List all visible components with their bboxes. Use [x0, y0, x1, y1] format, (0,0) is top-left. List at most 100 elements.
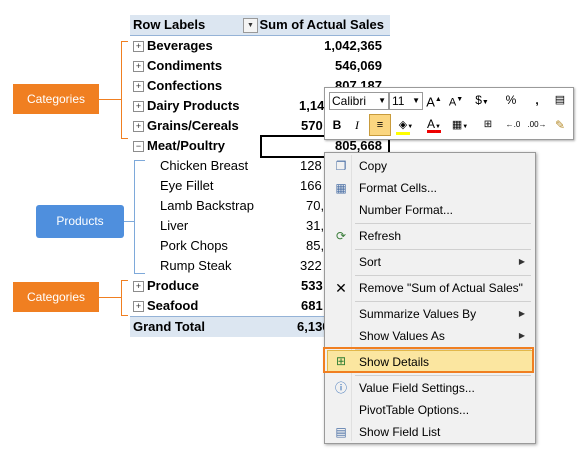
- product-value: 31,: [306, 218, 325, 233]
- expand-icon[interactable]: +: [133, 101, 144, 112]
- menu-item-sort[interactable]: Sort ▶: [327, 251, 533, 273]
- menu-separator: [355, 223, 531, 224]
- copy-icon: ❐: [335, 159, 347, 173]
- product-label: Chicken Breast: [160, 158, 249, 173]
- menu-item-number-format[interactable]: Number Format...: [327, 199, 533, 221]
- menu-item-label: PivotTable Options...: [359, 403, 470, 417]
- percent-button[interactable]: %: [503, 90, 519, 110]
- menu-item-refresh[interactable]: ⟳ Refresh: [327, 225, 533, 247]
- menu-item-show-values-as[interactable]: Show Values As ▶: [327, 325, 533, 347]
- merge-icon[interactable]: ⊞: [479, 115, 497, 135]
- submenu-arrow-icon: ▶: [518, 309, 525, 318]
- font-name-box[interactable]: Calibri ▼: [329, 92, 389, 110]
- font-size: 11: [392, 94, 405, 108]
- show-details-highlight-box: [323, 347, 534, 373]
- center-align-button[interactable]: ≡: [369, 114, 391, 136]
- categories-bracket-bottom: [121, 280, 128, 316]
- remove-icon: ✕: [335, 280, 347, 296]
- menu-separator: [355, 375, 531, 376]
- categories-callout-top: Categories: [13, 84, 99, 114]
- product-value: 322: [300, 258, 322, 273]
- row-value: 681: [301, 298, 323, 313]
- menu-item-label: Show Values As: [359, 329, 445, 343]
- menu-item-label: Summarize Values By: [359, 307, 477, 321]
- row-label: Condiments: [147, 58, 223, 73]
- bold-button[interactable]: B: [329, 115, 345, 135]
- row-labels-header: Row Labels: [133, 17, 206, 32]
- shrink-font-button[interactable]: A▼: [447, 90, 465, 110]
- product-label: Lamb Backstrap: [160, 198, 254, 213]
- categories-connector-bottom: [99, 297, 121, 298]
- menu-separator: [355, 249, 531, 250]
- expand-icon[interactable]: +: [133, 61, 144, 72]
- expand-icon[interactable]: +: [133, 81, 144, 92]
- decrease-decimal-icon[interactable]: .00→: [527, 115, 547, 135]
- row-label: Confections: [147, 78, 223, 93]
- chevron-down-icon: ▼: [412, 96, 420, 105]
- expand-icon[interactable]: +: [133, 121, 144, 132]
- mini-toolbar: Calibri ▼ 11 ▼ A▲ A▼ $▼ % , ▤ B I ≡ ◈▼ A▼ …: [324, 87, 574, 140]
- grand-total-label: Grand Total: [133, 319, 205, 334]
- categories-bracket-top: [121, 41, 128, 139]
- menu-item-pivottable-options[interactable]: PivotTable Options...: [327, 399, 533, 421]
- product-label: Rump Steak: [160, 258, 232, 273]
- products-callout: Products: [36, 205, 124, 238]
- font-color-icon[interactable]: A▼: [423, 114, 445, 134]
- row-value: 1,14: [299, 98, 325, 113]
- menu-item-label: Sort: [359, 255, 382, 269]
- field-list-icon: ▤: [335, 425, 347, 439]
- pivot-header-row: Row Labels ▼ Sum of Actual Sales: [130, 15, 390, 36]
- chevron-down-icon: ▼: [378, 96, 386, 105]
- menu-item-value-field-settings[interactable]: ⓘ Value Field Settings...: [327, 377, 533, 399]
- italic-button[interactable]: I: [349, 115, 365, 135]
- menu-separator: [355, 275, 531, 276]
- expand-icon[interactable]: +: [133, 301, 144, 312]
- menu-item-label: Remove "Sum of Actual Sales": [359, 281, 523, 295]
- row-labels-filter-button[interactable]: ▼: [243, 18, 258, 33]
- format-painter-icon[interactable]: ▤: [551, 90, 569, 110]
- submenu-arrow-icon: ▶: [518, 331, 525, 340]
- menu-item-copy[interactable]: ❐ Copy: [327, 155, 533, 177]
- product-value: 166: [300, 178, 322, 193]
- product-value: 85,: [306, 238, 325, 253]
- row-label: Beverages: [147, 38, 213, 53]
- row-value: 570: [301, 118, 323, 133]
- value-header: Sum of Actual Sales: [259, 17, 385, 32]
- menu-item-label: Format Cells...: [359, 181, 438, 195]
- collapse-icon[interactable]: −: [133, 141, 144, 152]
- format-cells-icon: ▦: [335, 181, 347, 195]
- row-value: 533: [301, 278, 323, 293]
- menu-item-label: Value Field Settings...: [359, 381, 475, 395]
- product-value: 70,: [306, 198, 325, 213]
- row-label: Dairy Products: [147, 98, 240, 113]
- menu-item-format-cells[interactable]: ▦ Format Cells...: [327, 177, 533, 199]
- menu-item-label: Refresh: [359, 229, 402, 243]
- menu-separator: [355, 301, 531, 302]
- row-label: Grains/Cereals: [147, 118, 239, 133]
- product-label: Eye Fillet: [160, 178, 214, 193]
- menu-item-label: Show Field List: [359, 425, 441, 439]
- borders-icon[interactable]: ▦▼: [449, 115, 471, 135]
- row-value: 1,042,365: [324, 38, 382, 53]
- row-value: 546,069: [335, 58, 382, 73]
- currency-button[interactable]: $▼: [473, 90, 491, 110]
- row-label: Meat/Poultry: [147, 138, 226, 153]
- pivot-row-beverages[interactable]: + Beverages 1,042,365: [130, 36, 390, 56]
- menu-item-show-field-list[interactable]: ▤ Show Field List: [327, 421, 533, 443]
- paintbrush-icon[interactable]: ✎: [551, 115, 569, 135]
- expand-icon[interactable]: +: [133, 281, 144, 292]
- font-size-box[interactable]: 11 ▼: [389, 92, 423, 110]
- menu-item-summarize-values-by[interactable]: Summarize Values By ▶: [327, 303, 533, 325]
- grow-font-button[interactable]: A▲: [425, 90, 443, 110]
- fill-color-swatch: [396, 132, 410, 135]
- product-label: Pork Chops: [160, 238, 228, 253]
- product-label: Liver: [160, 218, 189, 233]
- expand-icon[interactable]: +: [133, 41, 144, 52]
- product-value: 128: [300, 158, 322, 173]
- comma-button[interactable]: ,: [529, 90, 545, 110]
- menu-item-label: Copy: [359, 159, 388, 173]
- pivot-row-condiments[interactable]: + Condiments 546,069: [130, 56, 390, 76]
- refresh-icon: ⟳: [335, 229, 347, 243]
- menu-item-remove[interactable]: ✕ Remove "Sum of Actual Sales": [327, 277, 533, 299]
- increase-decimal-icon[interactable]: ←.0: [503, 115, 523, 135]
